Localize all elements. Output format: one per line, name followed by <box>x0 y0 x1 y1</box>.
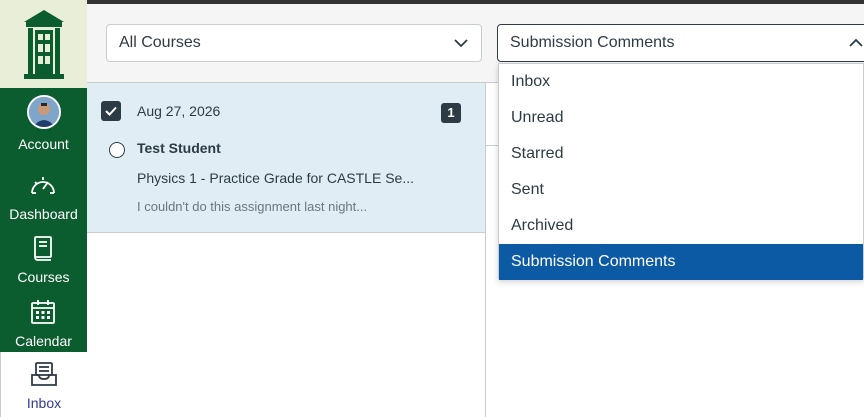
nav-label-account: Account <box>18 136 69 152</box>
chevron-down-icon <box>454 39 468 48</box>
global-navigation: Account Dashboard Courses Calendar Inbox <box>0 0 87 417</box>
menu-option-unread[interactable]: Unread <box>499 100 863 136</box>
nav-label-courses: Courses <box>17 269 70 285</box>
nav-label-calendar: Calendar <box>15 333 72 349</box>
inbox-icon <box>28 358 60 390</box>
mailbox-filter-select[interactable]: Submission Comments <box>497 24 864 62</box>
conversation-item[interactable]: Aug 27, 2026 1 Test Student Physics 1 - … <box>87 83 485 233</box>
menu-option-submission-comments[interactable]: Submission Comments <box>499 244 863 280</box>
conversation-date: Aug 27, 2026 <box>137 103 221 119</box>
nav-item-dashboard[interactable]: Dashboard <box>0 163 87 226</box>
mailbox-dropdown-menu: Inbox Unread Starred Sent Archived Submi… <box>498 63 864 280</box>
institution-logo[interactable] <box>0 0 87 88</box>
nav-item-account[interactable]: Account <box>0 88 87 152</box>
conversation-author: Test Student <box>137 140 221 156</box>
calendar-icon <box>27 296 59 328</box>
read-status-toggle[interactable] <box>109 142 125 158</box>
user-photo-icon <box>29 97 59 127</box>
avatar <box>26 94 62 130</box>
nav-item-calendar[interactable]: Calendar <box>0 290 87 353</box>
conversation-preview: I couldn't do this assignment last night… <box>137 199 368 214</box>
nav-item-courses[interactable]: Courses <box>0 226 87 289</box>
message-count-badge: 1 <box>441 103 461 123</box>
building-logo-icon <box>23 10 64 79</box>
nav-label-dashboard: Dashboard <box>9 206 78 222</box>
checkmark-icon <box>105 106 117 116</box>
conversation-select-checkbox[interactable] <box>101 101 121 121</box>
course-filter-select[interactable]: All Courses <box>106 24 482 62</box>
dashboard-icon <box>27 169 59 201</box>
menu-option-archived[interactable]: Archived <box>499 208 863 244</box>
menu-option-inbox[interactable]: Inbox <box>499 64 863 100</box>
menu-option-sent[interactable]: Sent <box>499 172 863 208</box>
nav-label-inbox: Inbox <box>26 395 62 411</box>
conversation-subject: Physics 1 - Practice Grade for CASTLE Se… <box>137 170 414 186</box>
conversation-list: Aug 27, 2026 1 Test Student Physics 1 - … <box>87 83 486 417</box>
menu-option-starred[interactable]: Starred <box>499 136 863 172</box>
nav-item-inbox[interactable]: Inbox <box>0 352 87 417</box>
chevron-up-icon <box>849 38 863 47</box>
courses-icon <box>27 232 59 264</box>
mailbox-filter-value: Submission Comments <box>510 34 675 51</box>
course-filter-value: All Courses <box>119 34 201 51</box>
